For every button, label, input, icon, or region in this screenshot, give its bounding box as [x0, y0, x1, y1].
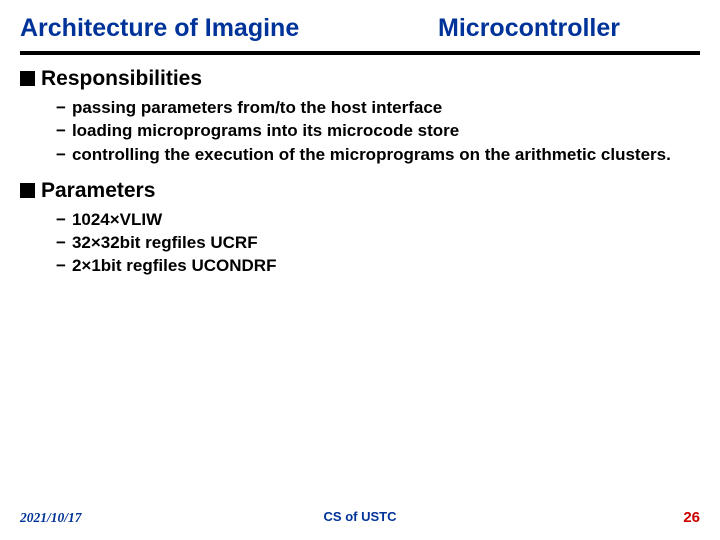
- item-list: − 1024×VLIW − 32×32bit regfiles UCRF − 2…: [20, 209, 700, 277]
- list-item-text: 32×32bit regfiles UCRF: [72, 232, 258, 253]
- list-item-text: passing parameters from/to the host inte…: [72, 97, 442, 118]
- section-heading-text: Responsibilities: [41, 67, 202, 91]
- section-parameters: Parameters − 1024×VLIW − 32×32bit regfil…: [20, 179, 700, 277]
- section-heading: Responsibilities: [20, 67, 700, 91]
- footer-date: 2021/10/17: [20, 510, 82, 526]
- section-responsibilities: Responsibilities − passing parameters fr…: [20, 67, 700, 165]
- dash-icon: −: [56, 232, 66, 253]
- dash-icon: −: [56, 97, 66, 118]
- bullet-square-icon: [20, 71, 35, 86]
- title-left: Architecture of Imagine: [20, 14, 299, 43]
- list-item-text: 2×1bit regfiles UCONDRF: [72, 255, 277, 276]
- list-item: − controlling the execution of the micro…: [56, 144, 700, 165]
- slide-title: Architecture of Imagine Microcontroller: [20, 14, 700, 43]
- item-list: − passing parameters from/to the host in…: [20, 97, 700, 165]
- list-item: − passing parameters from/to the host in…: [56, 97, 700, 118]
- list-item-text: loading microprograms into its microcode…: [72, 120, 459, 141]
- list-item: − 32×32bit regfiles UCRF: [56, 232, 700, 253]
- slide: Architecture of Imagine Microcontroller …: [0, 0, 720, 540]
- list-item-text: controlling the execution of the micropr…: [72, 144, 671, 165]
- dash-icon: −: [56, 144, 66, 165]
- bullet-square-icon: [20, 183, 35, 198]
- dash-icon: −: [56, 209, 66, 230]
- title-rule: [20, 51, 700, 55]
- dash-icon: −: [56, 255, 66, 276]
- dash-icon: −: [56, 120, 66, 141]
- list-item: − 1024×VLIW: [56, 209, 700, 230]
- section-heading-text: Parameters: [41, 179, 155, 203]
- footer-center: CS of USTC: [324, 509, 397, 524]
- footer: 2021/10/17 CS of USTC 26: [20, 509, 700, 526]
- title-right: Microcontroller: [438, 14, 620, 43]
- list-item: − 2×1bit regfiles UCONDRF: [56, 255, 700, 276]
- footer-page: 26: [683, 509, 700, 526]
- list-item-text: 1024×VLIW: [72, 209, 162, 230]
- section-heading: Parameters: [20, 179, 700, 203]
- list-item: − loading microprograms into its microco…: [56, 120, 700, 141]
